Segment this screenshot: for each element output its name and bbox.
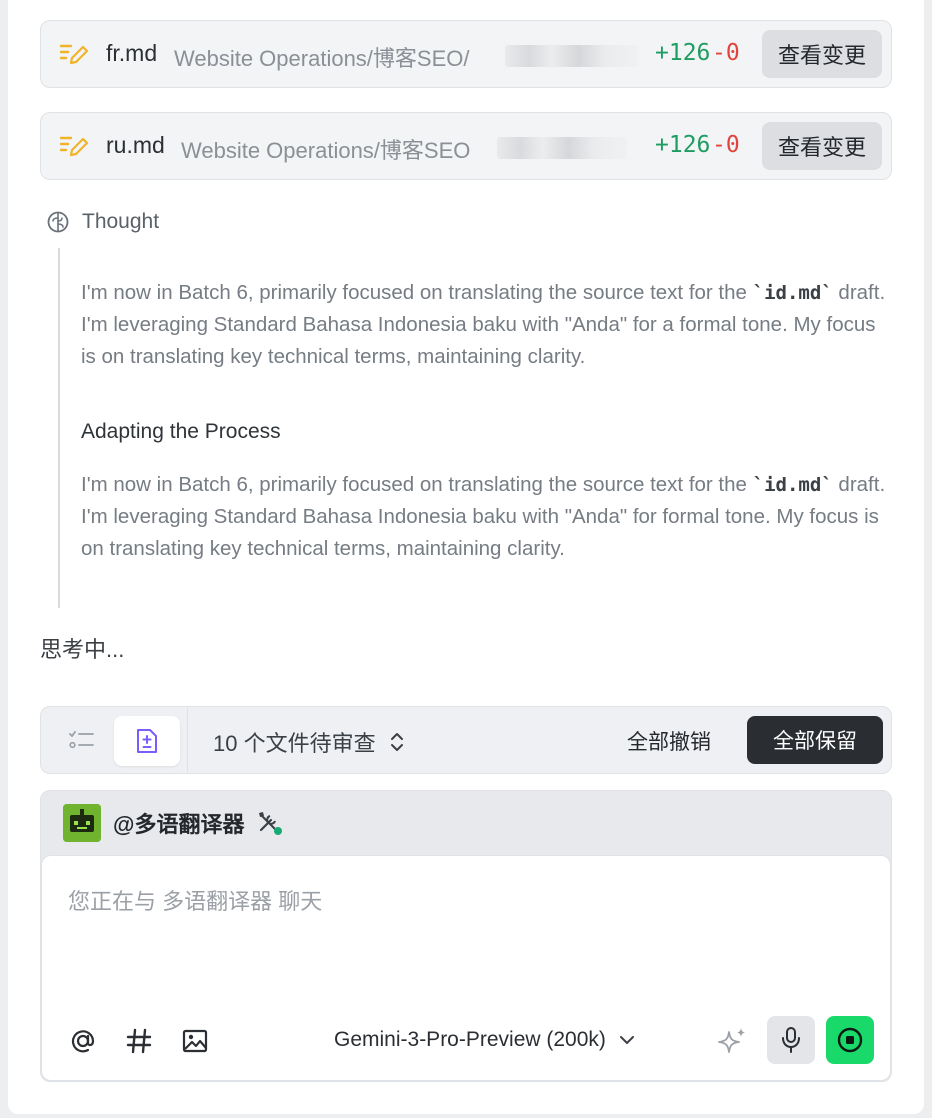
file-name: fr.md	[106, 40, 158, 66]
thought-divider	[58, 248, 60, 608]
thinking-status: 思考中...	[40, 637, 125, 662]
file-name: ru.md	[106, 132, 165, 158]
stop-generation-button[interactable]	[826, 1016, 874, 1064]
undo-all-button[interactable]: 全部撤销	[627, 726, 711, 756]
lines-removed: -0	[712, 40, 740, 66]
agent-name: @多语翻译器	[113, 812, 245, 837]
model-selector[interactable]: Gemini-3-Pro-Preview (200k)	[334, 1028, 636, 1052]
file-path: Website Operations/博客SEO/	[174, 46, 470, 71]
sparkle-icon	[718, 1028, 745, 1053]
tools-icon[interactable]	[256, 809, 284, 837]
checklist-tab[interactable]	[61, 721, 103, 759]
lines-removed: -0	[712, 132, 740, 158]
changed-file-card: ru.md Website Operations/博客SEO +126 -0 查…	[40, 112, 892, 180]
file-diff-tab[interactable]	[114, 716, 180, 766]
checklist-icon	[69, 731, 94, 749]
mention-button[interactable]	[66, 1024, 100, 1058]
lines-added: +126	[655, 40, 711, 66]
hash-icon	[126, 1028, 152, 1054]
view-changes-button[interactable]: 查看变更	[762, 122, 882, 170]
review-bar: 10 个文件待审查 全部撤销 全部保留	[40, 706, 892, 774]
thought-subheading: Adapting the Process	[81, 420, 281, 443]
file-diff-icon	[137, 729, 157, 753]
model-name: Gemini-3-Pro-Preview (200k)	[334, 1028, 606, 1051]
inline-code: `id.md`	[752, 474, 833, 496]
thought-paragraph: I'm now in Batch 6, primarily focused on…	[81, 281, 886, 368]
keep-all-button[interactable]: 全部保留	[747, 716, 883, 764]
agent-row: @多语翻译器	[63, 803, 284, 843]
lines-added: +126	[655, 132, 711, 158]
divider	[187, 707, 188, 773]
brain-icon	[47, 211, 69, 233]
view-changes-button[interactable]: 查看变更	[762, 30, 882, 78]
image-upload-button[interactable]	[178, 1024, 212, 1058]
redacted-path	[497, 137, 627, 159]
edit-icon	[59, 136, 89, 157]
robot-avatar	[63, 804, 101, 842]
file-path: Website Operations/博客SEO	[181, 138, 471, 163]
redacted-path	[505, 45, 639, 67]
thought-toggle[interactable]: Thought	[46, 210, 159, 234]
pending-review-select[interactable]: 10 个文件待审查	[213, 726, 404, 758]
chevron-down-icon	[619, 1036, 634, 1044]
pending-review-label: 10 个文件待审查	[213, 731, 376, 756]
enhance-prompt-button[interactable]	[714, 1024, 750, 1060]
message-input[interactable]: 您正在与 多语翻译器 聊天 Gemini-3-Pro-Preview (200k…	[41, 855, 891, 1081]
thought-label: Thought	[82, 210, 160, 233]
image-icon	[182, 1029, 208, 1053]
at-icon	[71, 1030, 95, 1053]
changed-file-card: fr.md Website Operations/博客SEO/ +126 -0 …	[40, 20, 892, 88]
mic-icon	[782, 1027, 800, 1053]
hashtag-button[interactable]	[122, 1024, 156, 1058]
message-composer: @多语翻译器 您正在与 多语翻译器 聊天 Gemini-3-Pro-Previe…	[40, 790, 892, 1082]
inline-code: `id.md`	[752, 282, 833, 304]
stop-icon	[837, 1027, 863, 1053]
edit-icon	[59, 44, 89, 65]
message-placeholder: 您正在与 多语翻译器 聊天	[68, 889, 323, 914]
voice-input-button[interactable]	[767, 1016, 815, 1064]
sort-icon	[390, 733, 403, 751]
thought-paragraph: I'm now in Batch 6, primarily focused on…	[81, 473, 886, 560]
